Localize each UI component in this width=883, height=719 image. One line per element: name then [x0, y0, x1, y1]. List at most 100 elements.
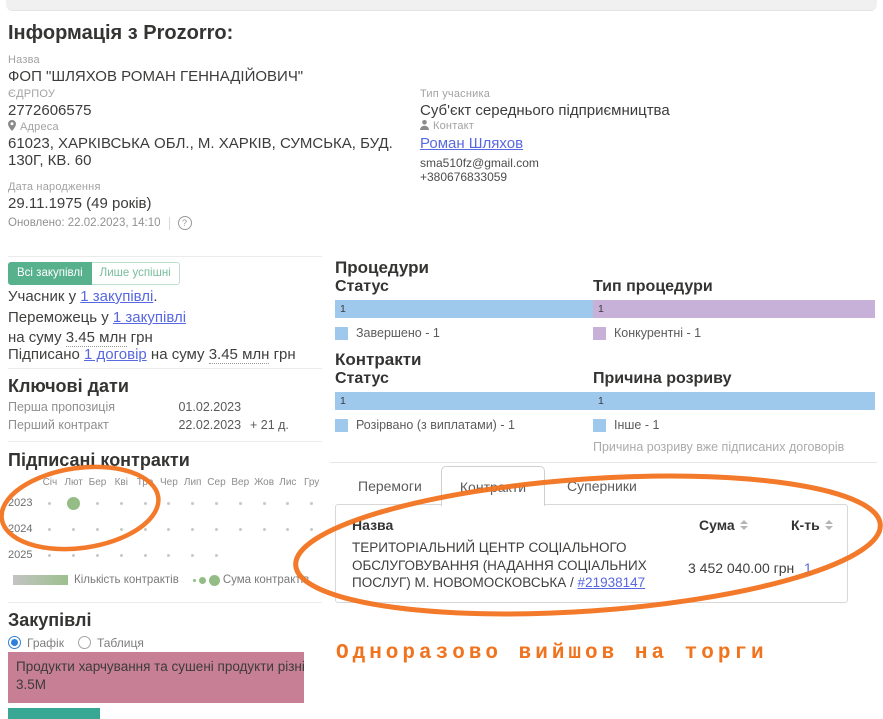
month-label: Лис: [276, 477, 300, 488]
tab-wins[interactable]: Перемоги: [358, 478, 422, 494]
calendar-year-row: 2024: [8, 516, 324, 542]
termination-caption: Причина розриву вже підписаних договорів: [593, 440, 844, 454]
chart-radio[interactable]: [8, 636, 21, 649]
key-date-row: Перший контракт 22.02.2023 + 21 д.: [8, 416, 322, 434]
contact-label: Контакт: [420, 120, 860, 132]
contact-name-link[interactable]: Роман Шляхов: [420, 135, 523, 152]
purchase-filter-toggle: Всі закупівлі Лише успішні: [8, 262, 180, 285]
month-label: Чер: [157, 477, 181, 488]
empty-month-dot: [120, 554, 123, 557]
contracts-title: Контракти: [335, 350, 421, 370]
empty-month-dot: [191, 554, 194, 557]
page-title: Інформація з Prozorro:: [8, 22, 233, 45]
empty-month-dot: [167, 502, 170, 505]
col-header-name: Назва: [352, 517, 393, 533]
termination-reason-title: Причина розриву: [593, 370, 731, 388]
table-radio-label: Таблиця: [97, 636, 144, 650]
empty-month-dot: [191, 502, 194, 505]
purchase-category-bar-2[interactable]: [8, 708, 100, 719]
signed-line: Підписано 1 договір на суму 3.45 млн грн: [8, 345, 324, 365]
month-label: Сер: [205, 477, 229, 488]
table-radio[interactable]: [78, 636, 91, 649]
sort-icon[interactable]: [740, 520, 748, 530]
count-link[interactable]: 1: [804, 560, 812, 576]
legend-swatch: [593, 327, 606, 340]
empty-month-dot: [167, 528, 170, 531]
empty-month-dot: [120, 502, 123, 505]
procedure-type-legend: Конкурентні - 1: [593, 326, 701, 340]
participant-count-link[interactable]: 1 закупівлі: [80, 288, 153, 305]
month-label: Гру: [300, 477, 324, 488]
prozorro-supplier-page: Інформація з Prozorro: Назва ФОП "ШЛЯХОВ…: [0, 0, 883, 719]
empty-month-dot: [48, 554, 51, 557]
signed-contracts-link[interactable]: 1 договір: [84, 346, 147, 363]
month-label: Бер: [86, 477, 110, 488]
empty-month-dot: [286, 528, 289, 531]
help-icon[interactable]: ?: [178, 216, 192, 230]
edrpou-label: ЄДРПОУ: [8, 88, 413, 100]
col-header-count[interactable]: К-ть: [791, 517, 833, 533]
filter-all-button[interactable]: Всі закупівлі: [8, 262, 92, 285]
birthdate-value: 29.11.1975 (49 років): [8, 195, 413, 212]
empty-month-dot: [96, 528, 99, 531]
updated-row: Оновлено: 22.02.2023, 14:10 ?: [8, 216, 192, 230]
winner-line: Переможець у 1 закупівлі на суму 3.45 мл…: [8, 308, 324, 348]
month-label: Тра: [133, 477, 157, 488]
signed-contracts-title: Підписані контракти: [8, 450, 190, 471]
count-gradient-swatch: [13, 575, 68, 585]
tender-id-link[interactable]: #21938147: [578, 575, 646, 590]
legend-swatch: [335, 419, 348, 432]
tab-contracts[interactable]: Контракти: [441, 466, 545, 506]
procedure-type-title: Тип процедури: [593, 278, 713, 296]
empty-month-dot: [48, 502, 51, 505]
empty-month-dot: [191, 528, 194, 531]
month-label: Лют: [62, 477, 86, 488]
legend-swatch: [335, 327, 348, 340]
month-label: Січ: [38, 477, 62, 488]
empty-month-dot: [96, 502, 99, 505]
procedures-title: Процедури: [335, 258, 429, 278]
purchases-view-switch: ГрафікТаблиця: [8, 634, 158, 652]
calendar-legend: Кількість контрактів Сума контрактів: [13, 574, 324, 586]
empty-month-dot: [144, 528, 147, 531]
participant-type-value: Суб'єкт середнього підприємництва: [420, 102, 860, 119]
legend-swatch: [593, 419, 606, 432]
empty-month-dot: [239, 528, 242, 531]
month-label: Кві: [109, 477, 133, 488]
map-pin-icon: [8, 120, 16, 131]
contracts-status-legend: Розірвано (з виплатами) - 1: [335, 418, 515, 432]
calendar-month-header: СічЛютБерКвіТраЧерЛипСерВерЖовЛисГру: [38, 472, 324, 490]
empty-month-dot: [286, 502, 289, 505]
empty-month-dot: [215, 528, 218, 531]
key-date-row: Перша пропозиція 01.02.2023: [8, 398, 322, 416]
calendar-grid: 20232024 2025: [8, 490, 324, 568]
edrpou-value: 2772606575: [8, 102, 413, 119]
participant-type-label: Тип учасника: [420, 88, 860, 100]
purchase-bar-value: 3.5M: [16, 676, 304, 694]
calendar-year-row: 2023: [8, 490, 324, 516]
divider: [330, 462, 877, 463]
procedures-status-legend: Завершено - 1: [335, 326, 440, 340]
divider: [8, 256, 322, 257]
tab-rivals[interactable]: Суперники: [567, 478, 637, 494]
contracts-status-title: Статус: [335, 370, 389, 388]
empty-month-dot: [96, 554, 99, 557]
procedure-type-bar[interactable]: 1: [593, 300, 875, 318]
termination-reason-bar[interactable]: 1: [593, 392, 875, 410]
updated-text: Оновлено: 22.02.2023, 14:10: [8, 217, 161, 229]
sum-dot-medium: [199, 577, 206, 584]
winner-count-link[interactable]: 1 закупівлі: [113, 309, 186, 326]
empty-month-dot: [239, 502, 242, 505]
empty-month-dot: [144, 554, 147, 557]
empty-month-dot: [167, 554, 170, 557]
empty-month-dot: [310, 528, 313, 531]
col-header-sum[interactable]: Сума: [699, 517, 748, 533]
separator: [169, 217, 170, 230]
supplier-name: ФОП "ШЛЯХОВ РОМАН ГЕННАДІЙОВИЧ": [8, 68, 413, 85]
empty-month-dot: [72, 554, 75, 557]
sort-icon[interactable]: [825, 520, 833, 530]
purchase-category-bar[interactable]: Продукти харчування та сушені продукти р…: [8, 652, 304, 703]
empty-month-dot: [215, 554, 218, 557]
filter-successful-button[interactable]: Лише успішні: [92, 262, 180, 285]
year-label: 2025: [8, 549, 38, 561]
